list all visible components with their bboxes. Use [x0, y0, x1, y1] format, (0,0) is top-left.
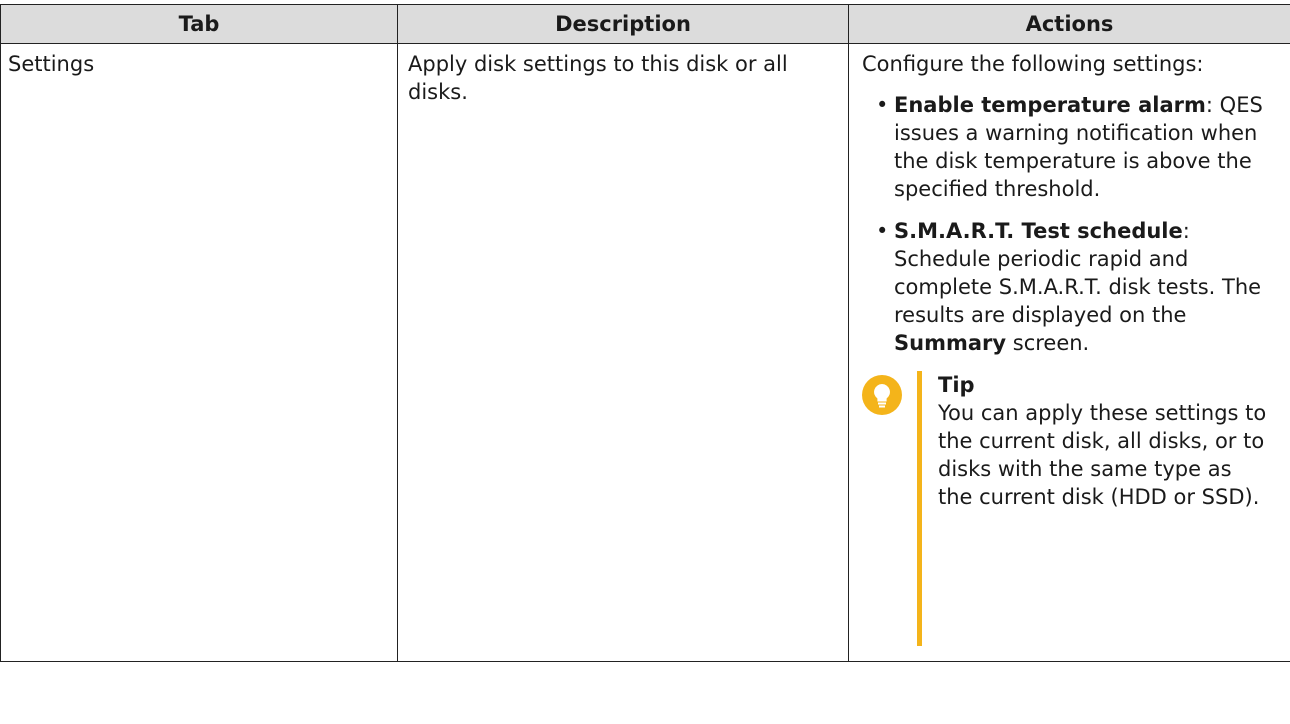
cell-description: Apply disk settings to this disk or all …	[397, 43, 849, 662]
cell-tab: Settings	[0, 43, 398, 662]
list-item-smart-schedule: • S.M.A.R.T. Test schedule: Schedule per…	[876, 219, 1262, 355]
tip-accent-bar	[917, 371, 922, 646]
term-temperature-alarm: Enable temperature alarm	[894, 93, 1206, 117]
table-header-row: Tab Description Actions	[0, 4, 1290, 44]
settings-list: • Enable temperature alarm: QES issues a…	[862, 91, 1282, 357]
text-smart-schedule: Schedule periodic rapid and complete S.M…	[894, 247, 1262, 327]
header-tab: Tab	[0, 4, 398, 44]
settings-table: Tab Description Actions Settings Apply d…	[0, 4, 1290, 662]
term-smart-schedule: S.M.A.R.T. Test schedule	[894, 219, 1183, 243]
cell-actions: Configure the following settings: • Enab…	[848, 43, 1290, 662]
tip-text: You can apply these settings to the curr…	[938, 401, 1267, 509]
bullet-icon: •	[876, 219, 889, 243]
actions-intro: Configure the following settings:	[862, 52, 1204, 76]
tip-title: Tip	[938, 373, 975, 397]
bullet-icon: •	[876, 93, 889, 117]
lightbulb-icon	[862, 375, 902, 415]
tip-content: Tip You can apply these settings to the …	[938, 371, 1268, 511]
table-row: Settings Apply disk settings to this dis…	[0, 43, 1290, 662]
list-item-temperature-alarm: • Enable temperature alarm: QES issues a…	[876, 93, 1263, 201]
emphasis-summary: Summary	[894, 331, 1007, 355]
tip-callout: Tip You can apply these settings to the …	[862, 371, 1282, 651]
tail-smart-schedule: screen.	[1012, 331, 1090, 355]
header-description: Description	[397, 4, 849, 44]
header-actions: Actions	[848, 4, 1290, 44]
